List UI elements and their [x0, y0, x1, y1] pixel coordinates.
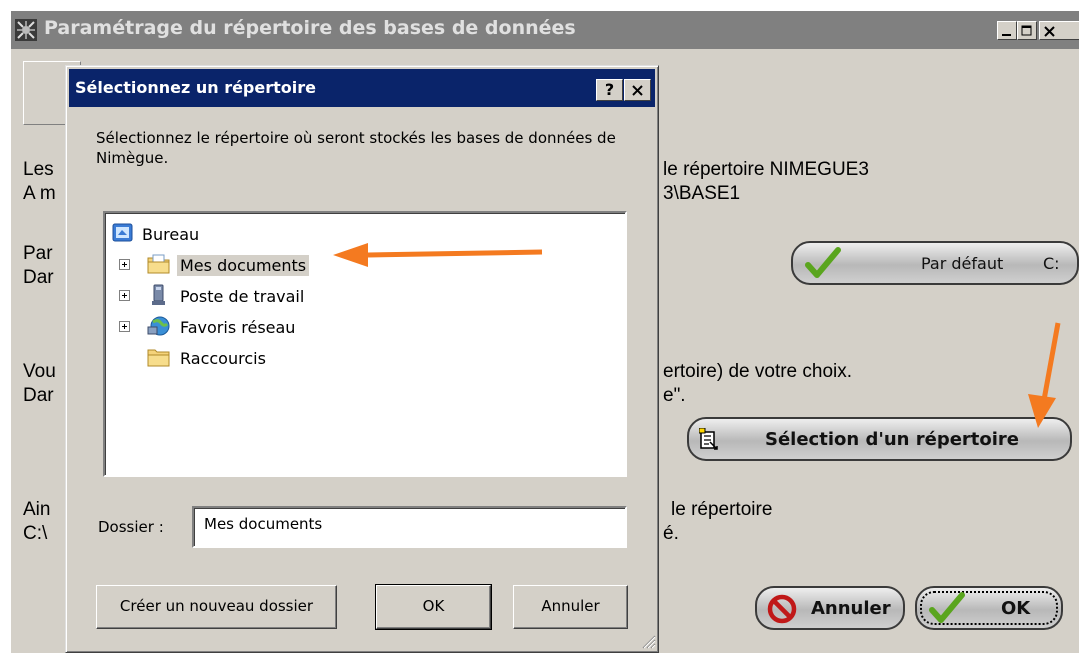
expand-icon[interactable]: [119, 290, 130, 301]
tree-label-raccourcis: Raccourcis: [180, 349, 266, 368]
dialog-titlebar[interactable]: Sélectionnez un répertoire ?: [69, 69, 655, 107]
text-dar: Dar: [23, 267, 54, 288]
expand-icon[interactable]: [119, 259, 130, 270]
dialog-title: Sélectionnez un répertoire: [75, 78, 316, 97]
main-cancel-label: Annuler: [811, 598, 891, 619]
help-button[interactable]: ?: [596, 79, 623, 101]
text-right-2: 3\BASE1: [663, 183, 741, 204]
dialog-cancel-button[interactable]: Annuler: [513, 585, 628, 629]
cancel-icon: [767, 594, 797, 624]
checkmark-icon: [929, 592, 965, 623]
tree-label-bureau: Bureau: [142, 225, 200, 244]
close-icon: [631, 85, 643, 96]
folder-icon: [147, 349, 170, 367]
resize-grip-icon[interactable]: [638, 631, 656, 649]
tree-label-favoris-reseau: Favoris réseau: [180, 318, 296, 337]
dialog-description: Sélectionnez le répertoire où seront sto…: [96, 129, 616, 167]
main-titlebar[interactable]: Paramétrage du répertoire des bases de d…: [11, 11, 1079, 49]
text-right-3: ertoire) de votre choix.: [663, 361, 853, 382]
minimize-button[interactable]: [997, 21, 1017, 40]
text-right-1: le répertoire NIMEGUE3: [663, 159, 869, 180]
app-icon: [15, 19, 37, 41]
network-places-icon: [147, 316, 170, 336]
annotation-arrow-down: [1028, 322, 1061, 428]
dialog-ok-button[interactable]: OK: [375, 584, 492, 630]
close-icon: [1044, 26, 1055, 37]
select-directory-dialog: Sélectionnez un répertoire ? Sélectionne…: [65, 65, 659, 653]
main-ok-button[interactable]: OK: [915, 586, 1063, 630]
default-button-label: Par défaut: [921, 254, 1004, 273]
text-right-5: le répertoire: [671, 499, 773, 520]
my-computer-icon: [152, 284, 165, 305]
tree-label-poste-de-travail: Poste de travail: [180, 287, 305, 306]
expand-icon[interactable]: [119, 321, 130, 332]
default-button[interactable]: Par défaut C:: [791, 241, 1079, 285]
select-directory-button[interactable]: Sélection d'un répertoire: [687, 417, 1072, 461]
main-window-title: Paramétrage du répertoire des bases de d…: [44, 17, 576, 39]
folder-input[interactable]: Mes documents: [192, 506, 627, 548]
maximize-button[interactable]: [1017, 21, 1037, 40]
main-ok-label: OK: [1001, 598, 1031, 619]
minimize-icon: [1002, 34, 1011, 36]
tree-label-mes-documents: Mes documents: [177, 255, 310, 276]
window-close-button[interactable]: [1039, 21, 1079, 40]
folder-label: Dossier :: [98, 518, 164, 536]
text-ain: Ain: [23, 499, 51, 520]
maximize-icon: [1021, 25, 1032, 36]
checkmark-icon: [805, 247, 841, 278]
text-right-6: é.: [663, 523, 679, 544]
new-folder-button[interactable]: Créer un nouveau dossier: [96, 585, 337, 629]
text-dar-2: Dar: [23, 385, 54, 406]
text-am: A m: [23, 183, 56, 204]
my-documents-icon: [147, 254, 170, 274]
text-vou: Vou: [23, 361, 56, 382]
annotation-arrow-left: [333, 243, 543, 267]
text-par: Par: [23, 243, 53, 264]
main-cancel-button[interactable]: Annuler: [755, 586, 905, 630]
folder-select-icon: [699, 428, 718, 450]
dialog-close-button[interactable]: [624, 79, 651, 101]
desktop-icon: [112, 223, 133, 242]
text-path: C:\: [23, 523, 48, 544]
text-les: Les: [23, 159, 54, 180]
default-button-drive: C:: [1043, 254, 1060, 273]
select-directory-label: Sélection d'un répertoire: [765, 429, 1020, 450]
text-right-4: e".: [663, 385, 686, 406]
